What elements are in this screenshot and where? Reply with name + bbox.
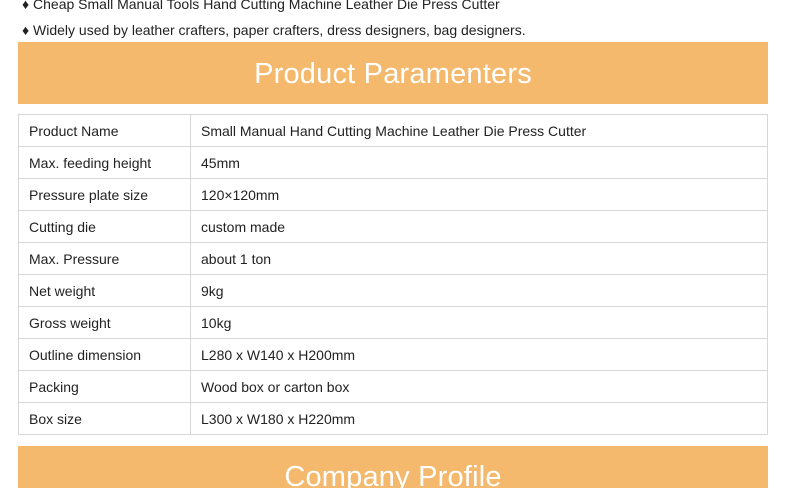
page: ♦ Cheap Small Manual Tools Hand Cutting … xyxy=(0,0,793,488)
table-row: Cutting die custom made xyxy=(18,210,768,243)
spec-label: Max. Pressure xyxy=(18,242,191,275)
company-profile-heading: Company Profile xyxy=(18,446,768,488)
spec-value: Small Manual Hand Cutting Machine Leathe… xyxy=(190,114,768,147)
spec-label: Product Name xyxy=(18,114,191,147)
spec-value: L300 x W180 x H220mm xyxy=(190,402,768,435)
table-row: Outline dimension L280 x W140 x H200mm xyxy=(18,338,768,371)
bullet-item: ♦ Widely used by leather crafters, paper… xyxy=(22,22,526,38)
table-row: Product Name Small Manual Hand Cutting M… xyxy=(18,114,768,147)
spec-value: 9kg xyxy=(190,274,768,307)
spec-label: Cutting die xyxy=(18,210,191,243)
spec-label: Packing xyxy=(18,370,191,403)
spec-value: 120×120mm xyxy=(190,178,768,211)
spec-value: 10kg xyxy=(190,306,768,339)
feature-bullets: ♦ Cheap Small Manual Tools Hand Cutting … xyxy=(22,0,526,43)
spec-label: Box size xyxy=(18,402,191,435)
spec-label: Gross weight xyxy=(18,306,191,339)
table-row: Max. feeding height 45mm xyxy=(18,146,768,179)
product-parameters-heading: Product Paramenters xyxy=(18,42,768,104)
spec-label: Outline dimension xyxy=(18,338,191,371)
table-row: Pressure plate size 120×120mm xyxy=(18,178,768,211)
spec-label: Pressure plate size xyxy=(18,178,191,211)
spec-table: Product Name Small Manual Hand Cutting M… xyxy=(18,114,768,435)
spec-value: about 1 ton xyxy=(190,242,768,275)
spec-value: custom made xyxy=(190,210,768,243)
table-row: Net weight 9kg xyxy=(18,274,768,307)
bullet-item: ♦ Cheap Small Manual Tools Hand Cutting … xyxy=(22,0,500,12)
spec-value: Wood box or carton box xyxy=(190,370,768,403)
spec-value: 45mm xyxy=(190,146,768,179)
spec-label: Net weight xyxy=(18,274,191,307)
table-row: Max. Pressure about 1 ton xyxy=(18,242,768,275)
spec-value: L280 x W140 x H200mm xyxy=(190,338,768,371)
table-row: Box size L300 x W180 x H220mm xyxy=(18,402,768,435)
table-row: Gross weight 10kg xyxy=(18,306,768,339)
spec-label: Max. feeding height xyxy=(18,146,191,179)
table-row: Packing Wood box or carton box xyxy=(18,370,768,403)
